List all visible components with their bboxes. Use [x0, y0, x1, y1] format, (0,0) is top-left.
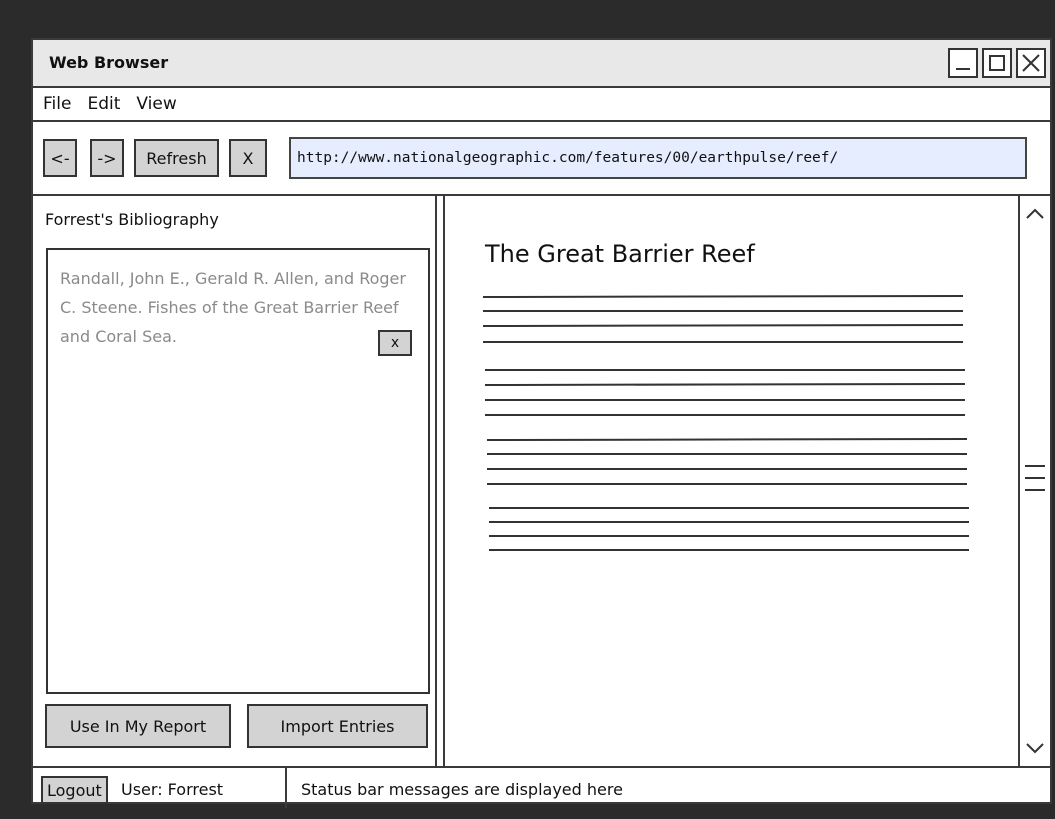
import-entries-button[interactable]: Import Entries [247, 704, 428, 748]
scroll-down-icon[interactable] [1020, 736, 1050, 760]
scroll-up-icon[interactable] [1020, 202, 1050, 226]
refresh-button[interactable]: Refresh [134, 139, 219, 177]
address-bar[interactable]: http://www.nationalgeographic.com/featur… [289, 137, 1027, 179]
logout-button[interactable]: Logout [41, 776, 108, 804]
forward-button[interactable]: -> [90, 139, 124, 177]
window-controls [948, 48, 1046, 78]
menu-file[interactable]: File [43, 94, 71, 114]
web-content: The Great Barrier Reef [445, 196, 1018, 766]
bibliography-title: Forrest's Bibliography [45, 210, 219, 229]
status-message: Status bar messages are displayed here [301, 780, 623, 799]
bibliography-list[interactable]: Randall, John E., Gerald R. Allen, and R… [46, 248, 430, 694]
minimize-button[interactable] [948, 48, 978, 78]
bibliography-entry[interactable]: Randall, John E., Gerald R. Allen, and R… [60, 264, 420, 351]
vertical-scrollbar[interactable] [1018, 196, 1050, 766]
minimize-icon [956, 68, 970, 70]
maximize-button[interactable] [982, 48, 1012, 78]
menu-edit[interactable]: Edit [87, 94, 120, 114]
remove-entry-button[interactable]: x [378, 330, 412, 356]
use-in-report-button[interactable]: Use In My Report [45, 704, 231, 748]
scroll-thumb-grip-icon[interactable] [1020, 458, 1050, 498]
bibliography-panel: Forrest's Bibliography Randall, John E.,… [33, 196, 437, 766]
title-bar: Web Browser [33, 40, 1050, 88]
maximize-icon [989, 55, 1005, 71]
menu-view[interactable]: View [136, 94, 176, 114]
menu-bar: File Edit View [33, 88, 1050, 122]
placeholder-text-lines [482, 295, 969, 551]
status-bar: Logout User: Forrest Status bar messages… [33, 766, 1050, 808]
close-icon [1022, 54, 1040, 72]
user-label: User: Forrest [121, 780, 224, 799]
window-title: Web Browser [49, 53, 169, 72]
close-button[interactable] [1016, 48, 1046, 78]
toolbar: <- -> Refresh X http://www.nationalgeogr… [33, 122, 1050, 196]
status-divider [285, 768, 287, 808]
back-button[interactable]: <- [43, 139, 77, 177]
browser-window: Web Browser File Edit View <- -> Refresh… [31, 38, 1052, 808]
stop-button[interactable]: X [229, 139, 267, 177]
